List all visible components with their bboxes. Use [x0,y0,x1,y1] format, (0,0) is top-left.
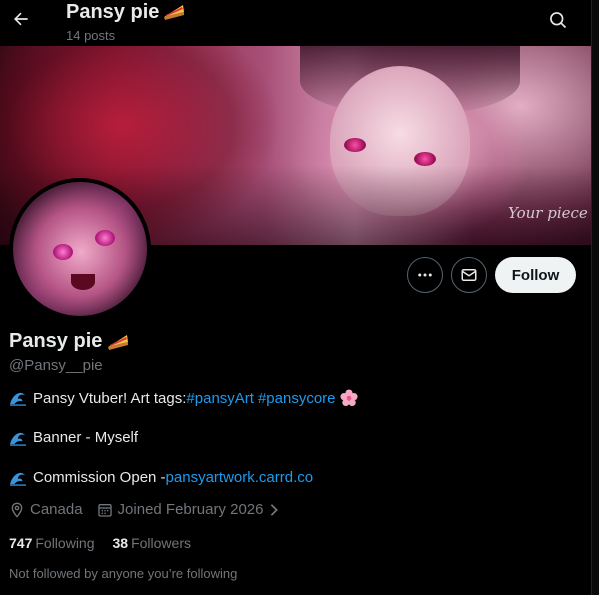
flower-emoji-icon [339,389,358,407]
commission-link[interactable]: pansyartwork.carrd.co [166,469,314,486]
hashtag-pansycore-link[interactable]: #pansycore [258,390,336,407]
bio-line-1: Pansy Vtuber! Art tags: #pansyArt #pansy… [9,389,358,407]
profile-meta: Canada Joined February 2026 [9,501,294,518]
envelope-icon [461,269,477,281]
location: Canada [9,501,83,518]
wave-emoji-icon [9,430,29,446]
followers-count: 38 [112,535,129,551]
bio-line-2-text: Banner - Myself [33,429,139,446]
bio-line-1-prefix: Pansy Vtuber! Art tags: [33,389,187,407]
profile-handle: @Pansy__pie [9,357,103,374]
banner-watermark: Your piece [508,204,588,222]
follow-counts: 747 Following 38 Followers [9,535,191,551]
header-display-name: Pansy pie [66,0,185,24]
pie-emoji-icon [108,334,129,350]
chevron-right-icon [271,503,279,516]
wave-emoji-icon [9,470,29,486]
following-link[interactable]: 747 Following [9,535,95,551]
follow-button[interactable]: Follow [495,257,576,293]
bio-line-2: Banner - Myself [9,429,138,446]
avatar-art-eye-left [53,244,73,260]
avatar[interactable] [9,178,151,320]
joined-text: Joined February 2026 [117,501,264,518]
more-button[interactable] [407,257,443,293]
pie-emoji-icon [164,5,185,20]
bio-line-3-prefix: Commission Open - [33,469,166,486]
joined-date[interactable]: Joined February 2026 [97,501,281,518]
scrollbar[interactable] [591,0,599,595]
avatar-art-eye-right [95,230,115,246]
search-button[interactable] [543,5,573,35]
header-title: Pansy pie [66,1,160,23]
header-title-block: Pansy pie 14 posts [66,0,185,45]
following-label: Following [35,535,95,551]
back-arrow-icon [14,12,28,26]
location-text: Canada [30,501,83,518]
followers-label: Followers [131,535,191,551]
top-bar: Pansy pie 14 posts [0,0,591,46]
wave-emoji-icon [9,390,29,406]
profile-display-name: Pansy pie [9,330,130,353]
message-button[interactable] [451,257,487,293]
followers-link[interactable]: 38 Followers [113,535,191,551]
hashtag-pansyart-link[interactable]: #pansyArt [186,390,254,407]
more-icon [418,273,432,277]
avatar-art-mouth [71,274,95,290]
back-button[interactable] [6,4,36,34]
calendar-icon [97,503,112,517]
following-count: 747 [9,535,33,551]
location-pin-icon [11,502,23,518]
not-followed-text: Not followed by anyone you’re following [9,566,238,581]
search-icon [550,12,567,29]
profile-name-text: Pansy pie [9,330,103,352]
bio-line-3: Commission Open - pansyartwork.carrd.co [9,469,313,486]
post-count: 14 posts [66,28,116,43]
